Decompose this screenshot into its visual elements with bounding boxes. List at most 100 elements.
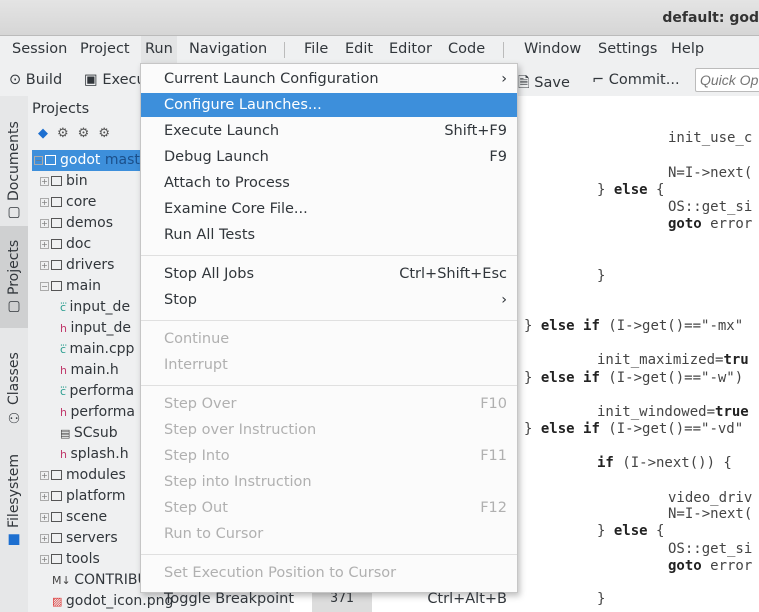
code-line: OS::get_si — [668, 199, 753, 215]
expander-icon[interactable]: + — [40, 260, 49, 270]
folder-icon — [51, 239, 62, 249]
menu-item-label: Step Over — [164, 396, 237, 412]
menu-item[interactable]: Stop All Jobs Ctrl+Shift+Esc — [141, 261, 517, 287]
menu-item[interactable]: Current Launch Configuration › — [141, 66, 517, 92]
menu-item[interactable]: Stop › — [141, 287, 517, 313]
quick-open-input[interactable] — [695, 68, 759, 92]
tree-item-label: input_de — [69, 299, 131, 315]
header-file-icon: h — [60, 364, 71, 377]
code-line: } — [597, 591, 606, 607]
run-menu: Current Launch Configuration › Configure L… — [140, 63, 518, 607]
menu-item[interactable]: Run All Tests — [141, 222, 517, 248]
tree-item-label: SCsub — [73, 425, 118, 441]
project-icon: ▢ — [6, 298, 22, 315]
menu-file[interactable]: File — [304, 41, 328, 57]
folder-icon — [51, 281, 62, 291]
window-title: default: god — [662, 10, 759, 26]
expander-icon[interactable]: + — [40, 491, 49, 501]
expander-icon[interactable]: + — [40, 533, 49, 543]
tree-item-label: main.cpp — [69, 341, 135, 357]
code-line: OS::get_si — [668, 541, 753, 557]
project-logo-icon[interactable]: ◆ — [38, 126, 57, 141]
expander-icon[interactable]: + — [40, 197, 49, 207]
tree-item[interactable]: − godot mast — [32, 150, 140, 171]
menu-item-label: Execute Launch — [164, 123, 280, 139]
menu-item-label: Configure Launches... — [164, 97, 322, 113]
expander-icon[interactable]: − — [40, 281, 49, 291]
menu-item-label: Run All Tests — [164, 227, 256, 243]
branch-label: mast — [104, 152, 140, 168]
expander-icon[interactable]: + — [40, 218, 49, 228]
menu-item: Set Execution Position to Cursor — [141, 560, 517, 586]
menu-item-label: Attach to Process — [164, 175, 290, 191]
menu-settings[interactable]: Settings — [598, 41, 657, 57]
menu-help[interactable]: Help — [671, 41, 704, 57]
menu-item: Run to Cursor — [141, 521, 517, 547]
folder-icon — [51, 197, 62, 207]
tree-item-label: performa — [70, 404, 135, 420]
project-tree: − godot mast + bin + core + demos + doc + drivers − m… — [32, 150, 173, 612]
menu-window[interactable]: Window — [524, 41, 581, 57]
menu-separator — [141, 320, 517, 321]
menu-item[interactable]: Toggle Breakpoint Ctrl+Alt+B — [141, 586, 517, 612]
reload-icon[interactable]: ⚙ — [98, 126, 119, 141]
menu-code[interactable]: Code — [448, 41, 485, 57]
menu-item[interactable]: Attach to Process — [141, 170, 517, 196]
project-icon — [45, 155, 56, 165]
menu-navigation[interactable]: Navigation — [189, 41, 267, 57]
menu-item-label: Run to Cursor — [164, 526, 264, 542]
expander-icon[interactable]: + — [40, 239, 49, 249]
tree-item-label: doc — [66, 236, 92, 252]
expander-icon[interactable]: + — [40, 176, 49, 186]
play-circle-icon: ⊙ — [9, 72, 22, 88]
menu-item-label: Step into Instruction — [164, 474, 312, 490]
menu-item-shortcut: F12 — [480, 500, 507, 516]
menu-item: Interrupt — [141, 352, 517, 378]
code-line: init_maximized=tru — [597, 352, 749, 368]
menu-item[interactable]: Execute Launch Shift+F9 — [141, 118, 517, 144]
tree-item-label: godot — [60, 152, 101, 168]
menu-item-shortcut: F10 — [480, 396, 507, 412]
save-button[interactable]: 🗎 Save — [518, 72, 570, 97]
tab-documents[interactable]: ▢ Documents — [0, 120, 28, 222]
code-line: video_driv — [668, 490, 753, 506]
tree-item-label: modules — [66, 467, 126, 483]
expander-icon[interactable]: + — [40, 470, 49, 480]
code-line: goto error — [668, 558, 753, 574]
menu-separator — [141, 255, 517, 256]
expander-icon[interactable]: + — [40, 512, 49, 522]
folder-icon — [51, 554, 62, 564]
menu-item-shortcut: Ctrl+Shift+Esc — [399, 266, 507, 282]
code-line: init_use_c — [668, 130, 753, 146]
code-line: } else { — [597, 523, 665, 539]
folder-icon — [51, 218, 62, 228]
menu-edit[interactable]: Edit — [345, 41, 373, 57]
settings-icon[interactable]: ⚙ — [57, 126, 78, 141]
menu-session[interactable]: Session — [12, 41, 67, 57]
build-button[interactable]: ⊙ Build — [9, 72, 62, 88]
tree-item-label: platform — [66, 488, 126, 504]
menu-project[interactable]: Project — [80, 41, 130, 57]
tab-projects[interactable]: ▢ Projects — [0, 226, 28, 328]
expander-icon[interactable]: − — [34, 155, 43, 165]
tree-item-label: main — [66, 278, 101, 294]
execute-button[interactable]: ▣ Execu — [84, 72, 146, 88]
code-line: } else { — [597, 182, 665, 198]
menu-item[interactable]: Configure Launches... — [141, 93, 517, 117]
menu-separator — [284, 42, 285, 58]
commit-button[interactable]: ⌐ Commit... — [592, 72, 680, 88]
menu-item-label: Step Into — [164, 448, 230, 464]
expander-icon[interactable]: + — [40, 554, 49, 564]
header-file-icon: h — [60, 322, 71, 335]
menu-item-label: Current Launch Configuration — [164, 71, 379, 87]
tab-filesystem[interactable]: ■ Filesystem — [0, 451, 28, 551]
classes-icon: ⚇ — [6, 408, 22, 425]
menu-item[interactable]: Examine Core File... — [141, 196, 517, 222]
menu-editor[interactable]: Editor — [389, 41, 432, 57]
menu-item[interactable]: Debug Launch F9 — [141, 144, 517, 170]
tab-classes[interactable]: ⚇ Classes — [0, 346, 28, 431]
locate-icon[interactable]: ⚙ — [78, 126, 99, 141]
code-line: if (I->next()) { — [597, 455, 732, 471]
tree-item-label: demos — [66, 215, 113, 231]
menu-run[interactable]: Run — [141, 36, 177, 64]
